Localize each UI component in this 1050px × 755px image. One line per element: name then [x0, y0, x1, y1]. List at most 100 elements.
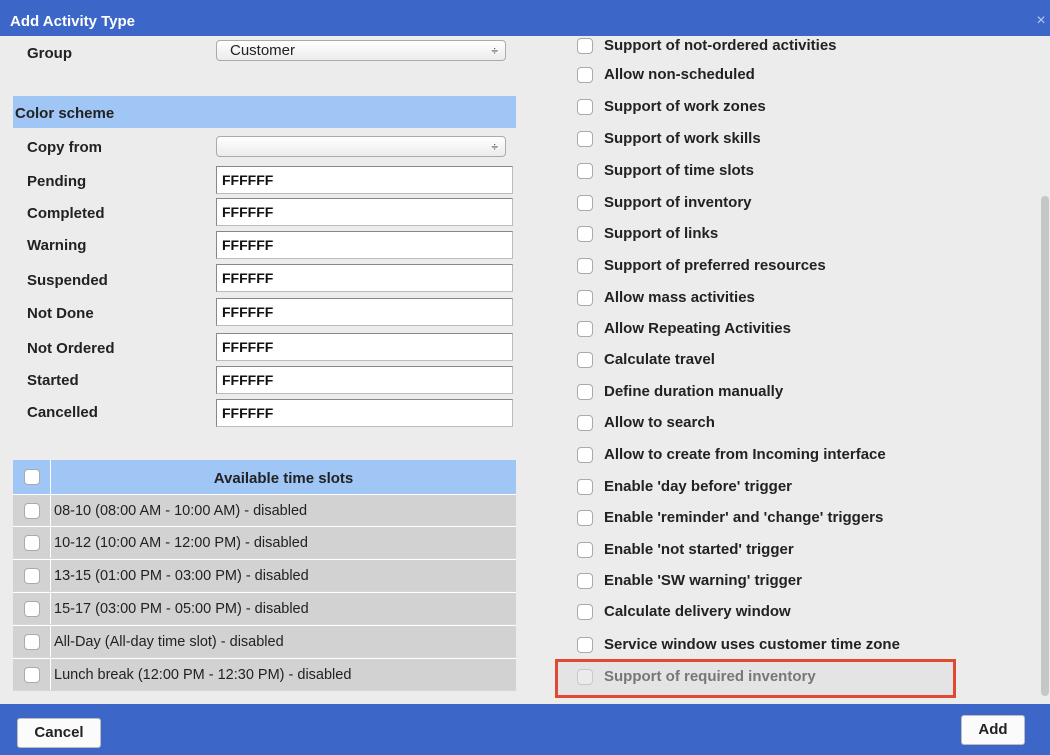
- row-checkbox[interactable]: [24, 503, 40, 519]
- option-label: Calculate travel: [604, 351, 715, 368]
- option-customer-time-zone[interactable]: Service window uses customer time zone: [577, 636, 977, 654]
- option-checkbox[interactable]: [577, 290, 593, 306]
- option-inventory[interactable]: Support of inventory: [577, 194, 977, 212]
- select-arrows-icon: ÷: [491, 140, 498, 154]
- option-not-ordered[interactable]: Support of not-ordered activities: [577, 37, 977, 55]
- warning-color-input[interactable]: FFFFFF: [216, 231, 513, 259]
- option-checkbox[interactable]: [577, 321, 593, 337]
- option-define-duration[interactable]: Define duration manually: [577, 383, 977, 401]
- suspended-color-input[interactable]: FFFFFF: [216, 264, 513, 292]
- not-done-label: Not Done: [27, 305, 94, 322]
- completed-label: Completed: [27, 205, 105, 222]
- option-calculate-travel[interactable]: Calculate travel: [577, 351, 977, 369]
- option-day-before-trigger[interactable]: Enable 'day before' trigger: [577, 478, 977, 496]
- option-checkbox[interactable]: [577, 447, 593, 463]
- option-checkbox[interactable]: [577, 131, 593, 147]
- time-slot-label: 15-17 (03:00 PM - 05:00 PM) - disabled: [54, 601, 309, 617]
- option-checkbox[interactable]: [577, 384, 593, 400]
- option-checkbox[interactable]: [577, 542, 593, 558]
- pending-color-input[interactable]: FFFFFF: [216, 166, 513, 194]
- close-icon[interactable]: ×: [1034, 12, 1048, 30]
- group-select[interactable]: Customer ÷: [216, 40, 506, 61]
- cancelled-label: Cancelled: [27, 404, 98, 421]
- option-not-started-trigger[interactable]: Enable 'not started' trigger: [577, 541, 977, 559]
- option-mass-activities[interactable]: Allow mass activities: [577, 289, 977, 307]
- add-button[interactable]: Add: [961, 715, 1025, 745]
- option-checkbox[interactable]: [577, 352, 593, 368]
- option-checkbox: [577, 669, 593, 685]
- option-label: Allow Repeating Activities: [604, 320, 791, 337]
- row-checkbox[interactable]: [24, 634, 40, 650]
- option-time-slots[interactable]: Support of time slots: [577, 162, 977, 180]
- option-work-zones[interactable]: Support of work zones: [577, 98, 977, 116]
- time-slot-label: 10-12 (10:00 AM - 12:00 PM) - disabled: [54, 535, 308, 551]
- option-repeating-activities[interactable]: Allow Repeating Activities: [577, 320, 977, 338]
- option-label: Allow to create from Incoming interface: [604, 446, 886, 463]
- option-required-inventory: Support of required inventory: [577, 668, 977, 686]
- table-row: 10-12 (10:00 AM - 12:00 PM) - disabled: [13, 526, 516, 558]
- option-label: Allow to search: [604, 414, 715, 431]
- option-label: Support of work skills: [604, 130, 761, 147]
- cancel-button[interactable]: Cancel: [17, 718, 101, 748]
- option-reminder-change-triggers[interactable]: Enable 'reminder' and 'change' triggers: [577, 509, 977, 527]
- option-allow-non-scheduled[interactable]: Allow non-scheduled: [577, 66, 977, 84]
- option-delivery-window[interactable]: Calculate delivery window: [577, 603, 977, 621]
- not-done-color-input[interactable]: FFFFFF: [216, 298, 513, 326]
- option-label: Enable 'reminder' and 'change' triggers: [604, 509, 884, 526]
- dialog-title: Add Activity Type: [10, 13, 136, 30]
- option-checkbox[interactable]: [577, 637, 593, 653]
- option-work-skills[interactable]: Support of work skills: [577, 130, 977, 148]
- not-ordered-color-input[interactable]: FFFFFF: [216, 333, 513, 361]
- row-checkbox[interactable]: [24, 535, 40, 551]
- table-row: 15-17 (03:00 PM - 05:00 PM) - disabled: [13, 592, 516, 624]
- option-sw-warning-trigger[interactable]: Enable 'SW warning' trigger: [577, 572, 977, 590]
- option-label: Support of links: [604, 225, 719, 242]
- option-label: Allow mass activities: [604, 289, 755, 306]
- option-checkbox[interactable]: [577, 604, 593, 620]
- option-label: Enable 'SW warning' trigger: [604, 572, 802, 589]
- time-slots-heading: Available time slots: [213, 470, 354, 487]
- row-checkbox[interactable]: [24, 601, 40, 617]
- option-label: Support of preferred resources: [604, 257, 826, 274]
- option-label: Calculate delivery window: [604, 603, 791, 620]
- time-slot-label: All-Day (All-day time slot) - disabled: [54, 634, 284, 650]
- option-checkbox[interactable]: [577, 226, 593, 242]
- table-row: Lunch break (12:00 PM - 12:30 PM) - disa…: [13, 658, 516, 690]
- not-ordered-label: Not Ordered: [27, 340, 115, 357]
- scrollbar-thumb[interactable]: [1041, 196, 1049, 696]
- dialog-title-bar: Add Activity Type ×: [0, 0, 1050, 36]
- select-arrows-icon: ÷: [491, 44, 498, 58]
- option-label: Support of time slots: [604, 162, 754, 179]
- time-slot-label: 08-10 (08:00 AM - 10:00 AM) - disabled: [54, 503, 308, 519]
- option-checkbox[interactable]: [577, 479, 593, 495]
- scrollbar[interactable]: [1040, 36, 1050, 704]
- pending-label: Pending: [27, 173, 87, 190]
- option-links[interactable]: Support of links: [577, 225, 977, 243]
- option-checkbox[interactable]: [577, 510, 593, 526]
- time-slot-label: 13-15 (01:00 PM - 03:00 PM) - disabled: [54, 568, 309, 584]
- option-checkbox[interactable]: [577, 573, 593, 589]
- option-checkbox[interactable]: [577, 415, 593, 431]
- option-checkbox[interactable]: [577, 195, 593, 211]
- option-preferred-resources[interactable]: Support of preferred resources: [577, 257, 977, 275]
- select-all-checkbox[interactable]: [24, 469, 40, 485]
- option-label: Support of work zones: [604, 98, 766, 115]
- time-slot-label: Lunch break (12:00 PM - 12:30 PM) - disa…: [54, 667, 352, 683]
- option-create-from-incoming[interactable]: Allow to create from Incoming interface: [577, 446, 977, 464]
- copy-from-label: Copy from: [27, 139, 102, 156]
- completed-color-input[interactable]: FFFFFF: [216, 198, 513, 226]
- option-checkbox[interactable]: [577, 163, 593, 179]
- option-checkbox[interactable]: [577, 38, 593, 54]
- cancelled-color-input[interactable]: FFFFFF: [216, 399, 513, 427]
- option-allow-search[interactable]: Allow to search: [577, 414, 977, 432]
- copy-from-select[interactable]: ÷: [216, 136, 506, 157]
- option-label: Support of required inventory: [604, 668, 816, 685]
- time-slots-header: Available time slots: [13, 460, 516, 494]
- row-checkbox[interactable]: [24, 667, 40, 683]
- started-color-input[interactable]: FFFFFF: [216, 366, 513, 394]
- option-checkbox[interactable]: [577, 258, 593, 274]
- option-label: Support of not-ordered activities: [604, 37, 837, 54]
- option-checkbox[interactable]: [577, 67, 593, 83]
- row-checkbox[interactable]: [24, 568, 40, 584]
- option-checkbox[interactable]: [577, 99, 593, 115]
